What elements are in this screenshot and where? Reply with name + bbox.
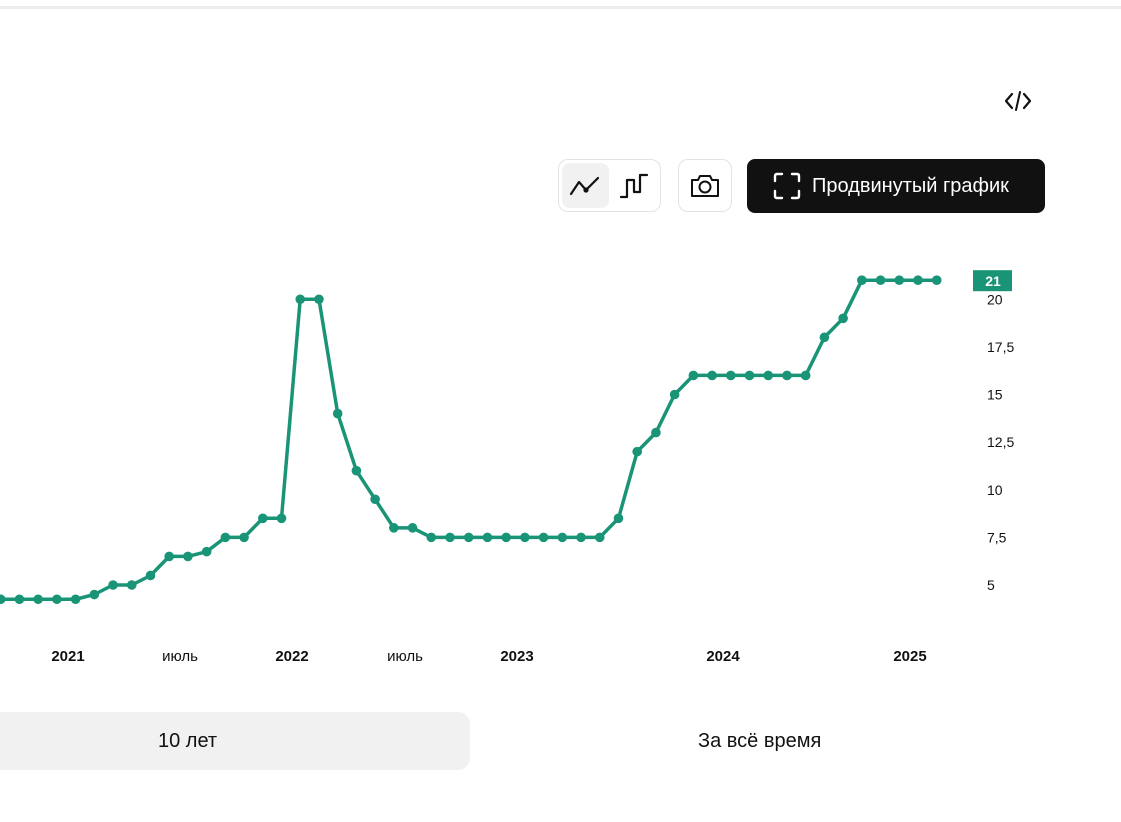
data-point [370, 494, 380, 505]
x-tick-label: 2021 [51, 648, 84, 665]
last-value-label: 21 [985, 273, 1001, 289]
data-point [239, 532, 249, 543]
x-tick-label: 2022 [275, 648, 308, 665]
x-tick-label: 2025 [893, 648, 926, 665]
data-point [0, 594, 6, 605]
step-chart-button[interactable] [611, 163, 658, 208]
top-divider [0, 6, 1121, 9]
data-point [688, 370, 699, 381]
period-all-time-button[interactable]: За всё время [698, 730, 821, 753]
x-tick-label: июль [387, 648, 423, 665]
data-point [314, 294, 324, 305]
data-point [669, 389, 680, 400]
data-point [594, 532, 605, 543]
data-point [201, 546, 212, 557]
data-point [183, 551, 193, 562]
y-tick-label: 17,5 [987, 339, 1014, 355]
data-point [857, 275, 867, 286]
data-point [426, 532, 437, 543]
data-point [613, 513, 624, 524]
advanced-chart-label: Продвинутый график [812, 174, 1009, 197]
data-point [389, 523, 399, 533]
data-point [576, 532, 586, 543]
period-10y-button[interactable] [0, 712, 470, 770]
data-point [931, 275, 942, 286]
data-point [276, 513, 287, 524]
x-tick-label: 2023 [500, 648, 533, 665]
data-point [14, 594, 25, 605]
line-chart-button[interactable] [562, 163, 609, 208]
line-chart-icon [570, 176, 600, 195]
data-point [763, 370, 774, 381]
data-point [782, 370, 792, 381]
data-point [89, 589, 100, 600]
period-10y-label[interactable]: 10 лет [158, 730, 217, 753]
x-tick-label: 2024 [706, 648, 740, 665]
data-point [220, 532, 231, 543]
data-point [145, 570, 156, 581]
data-point [520, 532, 530, 543]
data-point [557, 532, 568, 543]
data-point [258, 513, 268, 524]
data-point [332, 408, 343, 419]
data-point [33, 594, 43, 605]
data-point [894, 275, 905, 286]
series-line [0, 278, 937, 602]
advanced-chart-button[interactable]: Продвинутый график [747, 159, 1045, 213]
data-point [501, 532, 511, 543]
data-point [351, 465, 362, 476]
y-tick-label: 15 [987, 387, 1003, 403]
data-point [126, 580, 137, 590]
y-tick-label: 20 [987, 291, 1003, 307]
y-tick-label: 10 [987, 482, 1003, 498]
chart-type-toggle [558, 159, 661, 212]
data-point [819, 332, 830, 343]
data-point [445, 532, 455, 543]
data-point [651, 427, 661, 438]
data-point [726, 370, 736, 381]
data-point [108, 580, 118, 590]
data-point [707, 370, 717, 381]
embed-code-button[interactable] [996, 84, 1040, 118]
data-point [800, 370, 811, 381]
screenshot-button[interactable] [678, 159, 732, 212]
data-point [913, 275, 923, 286]
data-point [295, 294, 306, 305]
key-rate-chart: 5 7,5 10 12,5 15 17,5 20 2021 июль 2022 июль 2023 20… [0, 270, 1014, 665]
data-point [164, 551, 174, 562]
data-point [407, 523, 418, 533]
camera-icon [691, 174, 719, 197]
step-chart-icon [619, 173, 648, 198]
y-tick-label: 7,5 [987, 529, 1007, 545]
data-point [538, 532, 549, 543]
data-point [632, 446, 642, 457]
data-point [463, 532, 474, 543]
code-icon [1004, 91, 1032, 111]
x-tick-label: июль [162, 648, 198, 665]
data-point [838, 313, 848, 324]
data-point [70, 594, 81, 605]
data-point [744, 370, 755, 381]
fullscreen-icon [773, 172, 801, 200]
data-point [875, 275, 886, 286]
data-point [52, 594, 62, 605]
y-tick-label: 12,5 [987, 434, 1014, 450]
y-tick-label: 5 [987, 577, 995, 593]
data-point [482, 532, 493, 543]
